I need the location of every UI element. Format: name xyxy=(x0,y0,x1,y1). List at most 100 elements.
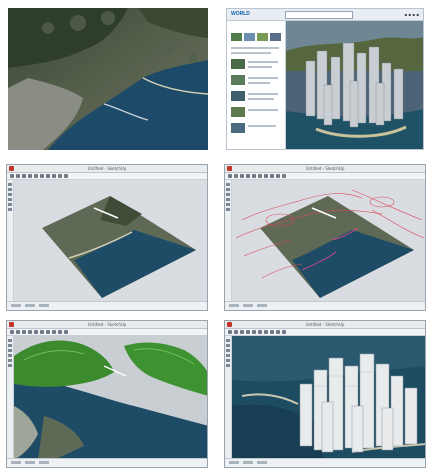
list-item[interactable] xyxy=(248,109,278,111)
thumbnail[interactable] xyxy=(231,33,242,41)
rotate-tool-icon[interactable] xyxy=(46,330,50,334)
list-item[interactable] xyxy=(231,47,279,49)
select-tool-icon[interactable] xyxy=(228,174,232,178)
status-bar xyxy=(225,301,425,310)
portal-logo: WORLD xyxy=(231,11,250,17)
move-tool-icon[interactable] xyxy=(40,330,44,334)
status-bar xyxy=(225,458,425,467)
window-title: Untitled - SketchUp xyxy=(87,166,127,171)
tool-palette xyxy=(225,336,232,458)
portal-3d-view[interactable] xyxy=(286,21,423,149)
toolbar xyxy=(7,173,207,180)
pushpull-tool-icon[interactable] xyxy=(252,330,256,334)
move-tool-icon[interactable] xyxy=(258,174,262,178)
toolbar xyxy=(225,173,425,180)
select-tool-icon[interactable] xyxy=(228,330,232,334)
3d-map-portal-panel: WORLD ▪ ▪ ▪ ▪ xyxy=(226,8,424,150)
3d-viewport[interactable] xyxy=(14,336,207,460)
3d-viewport[interactable] xyxy=(14,180,207,301)
aerial-photo-panel xyxy=(8,8,208,150)
rectangle-tool-icon[interactable] xyxy=(240,330,244,334)
list-item[interactable] xyxy=(248,66,272,68)
thumbnail[interactable] xyxy=(231,59,245,69)
window-titlebar: Untitled - SketchUp xyxy=(225,165,425,173)
thumbnail[interactable] xyxy=(257,33,268,41)
thumbnail[interactable] xyxy=(231,91,245,101)
3d-viewport[interactable] xyxy=(232,336,425,460)
portal-header: WORLD ▪ ▪ ▪ ▪ xyxy=(227,9,423,21)
rotate-tool-icon[interactable] xyxy=(46,174,50,178)
list-item[interactable] xyxy=(248,82,270,84)
pencil-tool-icon[interactable] xyxy=(234,330,238,334)
window-title: Untitled - SketchUp xyxy=(305,166,345,171)
window-title: Untitled - SketchUp xyxy=(305,322,345,327)
3d-viewport[interactable] xyxy=(232,180,425,301)
pencil-tool-icon[interactable] xyxy=(16,330,20,334)
aerial-photo-image xyxy=(8,8,208,150)
thumbnail[interactable] xyxy=(270,33,281,41)
cad-terrain-photo-panel: Untitled - SketchUp xyxy=(6,164,208,311)
thumbnail[interactable] xyxy=(231,123,245,133)
pushpull-tool-icon[interactable] xyxy=(252,174,256,178)
pencil-tool-icon[interactable] xyxy=(234,174,238,178)
zoom-tool-icon[interactable] xyxy=(64,330,68,334)
thumbnail[interactable] xyxy=(231,75,245,85)
window-titlebar: Untitled - SketchUp xyxy=(225,321,425,329)
pencil-tool-icon[interactable] xyxy=(16,174,20,178)
cad-terrain-contours-panel: Untitled - SketchUp xyxy=(224,164,426,311)
move-tool-icon[interactable] xyxy=(40,174,44,178)
move-tool-icon[interactable] xyxy=(258,330,262,334)
status-bar xyxy=(7,301,207,310)
rotate-tool-icon[interactable] xyxy=(264,174,268,178)
3d-city-render xyxy=(286,21,423,149)
list-item[interactable] xyxy=(248,93,278,95)
select-tool-icon[interactable] xyxy=(10,330,14,334)
rectangle-tool-icon[interactable] xyxy=(240,174,244,178)
list-item[interactable] xyxy=(231,52,271,54)
select-tool-icon[interactable] xyxy=(10,174,14,178)
orbit-tool-icon[interactable] xyxy=(52,330,56,334)
thumbnail[interactable] xyxy=(231,107,245,117)
pan-tool-icon[interactable] xyxy=(58,174,62,178)
toolbar xyxy=(225,329,425,336)
list-item[interactable] xyxy=(248,125,276,127)
orbit-tool-icon[interactable] xyxy=(270,330,274,334)
zoom-tool-icon[interactable] xyxy=(64,174,68,178)
pushpull-tool-icon[interactable] xyxy=(34,174,38,178)
circle-tool-icon[interactable] xyxy=(246,174,250,178)
portal-nav-icons[interactable]: ▪ ▪ ▪ ▪ xyxy=(404,12,419,17)
list-item[interactable] xyxy=(248,77,278,79)
tool-palette xyxy=(225,180,232,301)
rectangle-tool-icon[interactable] xyxy=(22,330,26,334)
orbit-tool-icon[interactable] xyxy=(52,174,56,178)
circle-tool-icon[interactable] xyxy=(28,330,32,334)
zoom-tool-icon[interactable] xyxy=(282,174,286,178)
cad-terrain-hills-panel: Untitled - SketchUp xyxy=(6,320,208,468)
zoom-tool-icon[interactable] xyxy=(282,330,286,334)
list-item[interactable] xyxy=(248,98,274,100)
pan-tool-icon[interactable] xyxy=(276,330,280,334)
pan-tool-icon[interactable] xyxy=(58,330,62,334)
portal-sidebar xyxy=(227,21,286,149)
rectangle-tool-icon[interactable] xyxy=(22,174,26,178)
thumbnail[interactable] xyxy=(244,33,255,41)
window-titlebar: Untitled - SketchUp xyxy=(7,321,207,329)
pushpull-tool-icon[interactable] xyxy=(34,330,38,334)
tool-palette xyxy=(7,336,14,458)
status-bar xyxy=(7,458,207,467)
window-titlebar: Untitled - SketchUp xyxy=(7,165,207,173)
list-item[interactable] xyxy=(248,61,278,63)
circle-tool-icon[interactable] xyxy=(28,174,32,178)
orbit-tool-icon[interactable] xyxy=(270,174,274,178)
city-towers-model xyxy=(232,336,425,460)
toolbar xyxy=(7,329,207,336)
green-hills-terrain xyxy=(14,336,207,460)
circle-tool-icon[interactable] xyxy=(246,330,250,334)
rotate-tool-icon[interactable] xyxy=(264,330,268,334)
portal-search-input[interactable] xyxy=(285,11,353,19)
cad-city-model-panel: Untitled - SketchUp xyxy=(224,320,426,468)
window-title: Untitled - SketchUp xyxy=(87,322,127,327)
tool-palette xyxy=(7,180,14,301)
contour-terrain-plane xyxy=(235,189,425,298)
pan-tool-icon[interactable] xyxy=(276,174,280,178)
